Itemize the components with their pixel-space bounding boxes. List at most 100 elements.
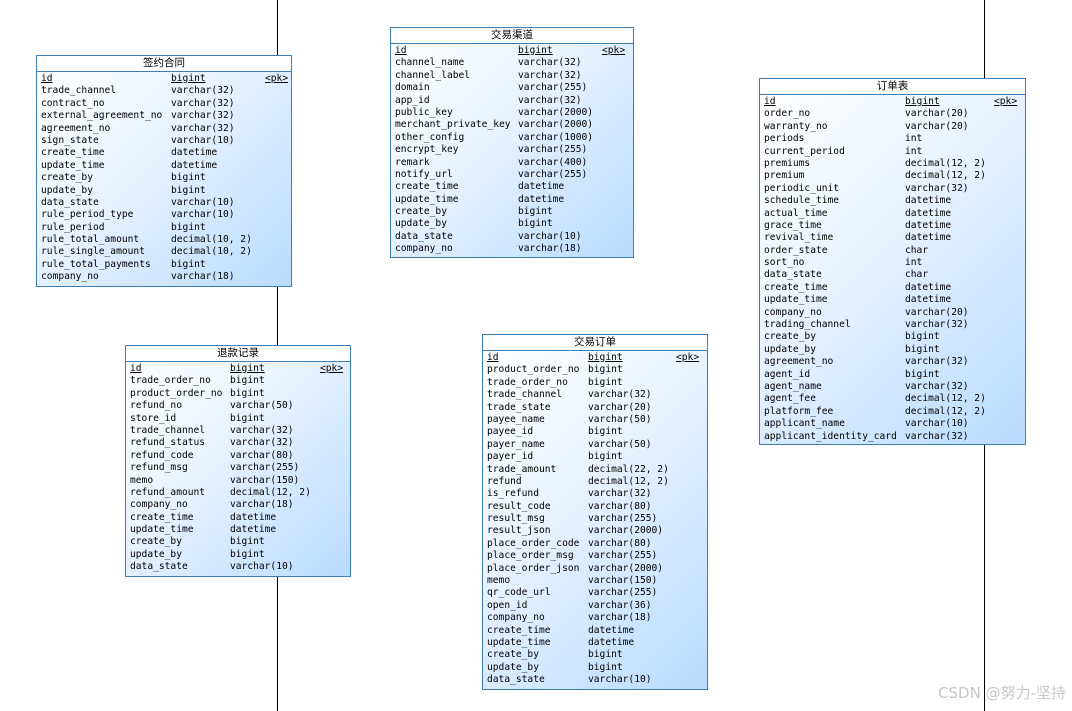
table-row: create_by bigint (395, 206, 629, 218)
table-row: refund_amount decimal(12, 2) (130, 487, 346, 499)
table-row: data_state varchar(10) (487, 674, 703, 686)
column-name: payee_name (487, 413, 545, 425)
column-type: int (905, 145, 923, 157)
column-type: bigint (588, 376, 623, 388)
column-name: result_msg (487, 513, 545, 525)
table-row: open_id varchar(36) (487, 600, 703, 612)
column-name: create_time (130, 511, 194, 523)
column-name: agent_fee (764, 393, 816, 405)
table-row: trade_channel varchar(32) (487, 389, 703, 401)
column-type: varchar(255) (588, 587, 658, 599)
column-type: varchar(32) (230, 424, 294, 436)
column-type: varchar(32) (905, 380, 969, 392)
table-row: rule_total_amount decimal(10, 2) (41, 234, 287, 246)
column-type: varchar(32) (588, 488, 652, 500)
entity-title: 签约合同 (37, 56, 291, 72)
column-name: refund_no (130, 400, 182, 412)
column-type: varchar(32) (588, 389, 652, 401)
column-type: bigint (230, 412, 265, 424)
column-type: varchar(2000) (588, 562, 664, 574)
column-type: int (905, 257, 923, 269)
column-name: trade_channel (130, 424, 206, 436)
column-name: sort_no (764, 257, 805, 269)
table-row: rule_total_payments bigint (41, 259, 287, 271)
table-row: payer_id bigint (487, 451, 703, 463)
column-type: bigint (171, 184, 206, 196)
column-name: channel_name (395, 57, 465, 69)
column-name: qr_code_url (487, 587, 551, 599)
column-type: varchar(18) (171, 271, 235, 283)
table-row: order_state char (764, 245, 1021, 257)
column-name: refund_msg (130, 462, 188, 474)
column-name: contract_no (41, 97, 105, 109)
column-name: periods (764, 133, 805, 145)
table-row: merchant_private_key varchar(2000) (395, 119, 629, 131)
column-name: trade_order_no (487, 376, 568, 388)
table-row: company_no varchar(18) (130, 499, 346, 511)
column-name: update_time (395, 193, 459, 205)
column-type: varchar(36) (588, 599, 652, 611)
table-row: create_by bigint (130, 536, 346, 548)
column-type: varchar(255) (588, 513, 658, 525)
column-type: bigint (518, 206, 553, 218)
column-name: data_state (130, 561, 188, 573)
column-type: decimal(12, 2) (905, 393, 986, 405)
column-name: create_time (764, 281, 828, 293)
column-name: id (395, 45, 407, 56)
entity-trade-channel[interactable]: 交易渠道 id bigint <pk> channel_name varchar(32)… (390, 27, 634, 258)
table-row: company_no varchar(18) (41, 271, 287, 283)
column-name: refund_code (130, 449, 194, 461)
column-type: varchar(20) (905, 108, 969, 120)
column-type: varchar(400) (518, 156, 588, 168)
entity-sign-contract[interactable]: 签约合同 id bigint <pk> trade_channel varchar(32… (36, 55, 292, 287)
column-name: trade_channel (487, 389, 563, 401)
column-name: create_by (764, 331, 816, 343)
column-name: result_code (487, 500, 551, 512)
column-type: bigint (230, 536, 265, 548)
table-row: create_time datetime (130, 512, 346, 524)
primary-key-marker: <pk> (676, 352, 700, 363)
column-type: datetime (230, 524, 277, 536)
column-type: datetime (905, 281, 952, 293)
column-type: varchar(32) (171, 85, 235, 97)
table-row: result_json varchar(2000) (487, 525, 703, 537)
table-row: place_order_code varchar(80) (487, 538, 703, 550)
entity-order-table[interactable]: 订单表 id bigint <pk> order_no varchar(20) warra… (759, 78, 1026, 445)
entity-trade-order[interactable]: 交易订单 id bigint <pk> product_order_no bigint t… (482, 334, 708, 690)
primary-key-marker: <pk> (602, 45, 626, 56)
column-type: varchar(80) (588, 537, 652, 549)
entity-title: 交易渠道 (391, 28, 633, 44)
column-type: decimal(12, 2) (905, 405, 986, 417)
column-name: store_id (130, 412, 177, 424)
table-row: id bigint <pk> (487, 352, 703, 364)
column-type: varchar(32) (171, 110, 235, 122)
column-type: decimal(12, 2) (905, 170, 986, 182)
table-row: trade_order_no bigint (487, 377, 703, 389)
column-name: other_config (395, 131, 465, 143)
column-type: datetime (171, 147, 218, 159)
table-row: update_by bigint (487, 662, 703, 674)
column-name: domain (395, 82, 430, 94)
column-type: varchar(2000) (518, 106, 594, 118)
column-type: varchar(32) (905, 182, 969, 194)
column-name: place_order_msg (487, 550, 574, 562)
column-name: agreement_no (764, 356, 834, 368)
column-name: rule_single_amount (41, 246, 145, 258)
column-name: refund_amount (130, 486, 206, 498)
column-type: int (905, 133, 923, 145)
column-name: remark (395, 156, 430, 168)
table-row: premium decimal(12, 2) (764, 170, 1021, 182)
table-row: app_id varchar(32) (395, 95, 629, 107)
column-name: update_by (41, 184, 93, 196)
column-name: update_time (764, 294, 828, 306)
table-row: grace_time datetime (764, 220, 1021, 232)
column-name: company_no (130, 499, 188, 511)
column-list: id bigint <pk> trade_channel varchar(32) cont… (37, 72, 291, 284)
column-type: datetime (905, 219, 952, 231)
column-name: order_state (764, 244, 828, 256)
entity-refund-record[interactable]: 退款记录 id bigint <pk> trade_order_no bigint pro… (125, 345, 351, 577)
column-name: applicant_identity_card (764, 430, 897, 442)
column-type: char (905, 269, 929, 281)
table-row: company_no varchar(18) (487, 612, 703, 624)
column-name: warranty_no (764, 120, 828, 132)
